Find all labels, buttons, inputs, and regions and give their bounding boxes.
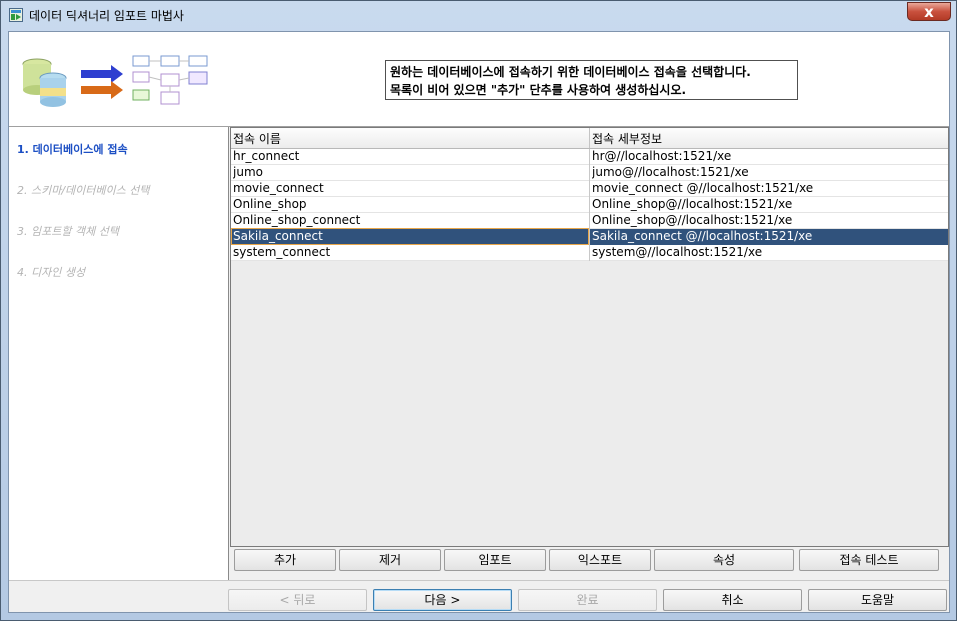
table-row[interactable]: Online_shop_connect Online_shop@//localh…: [231, 213, 948, 229]
cell-connection-detail: jumo@//localhost:1521/xe: [592, 165, 749, 179]
table-header: 접속 이름 접속 세부정보: [231, 128, 948, 149]
column-header-connection-name[interactable]: 접속 이름: [233, 130, 281, 147]
cell-connection-detail: Online_shop@//localhost:1521/xe: [592, 213, 793, 227]
remove-button[interactable]: 제거: [339, 549, 441, 571]
column-header-connection-detail[interactable]: 접속 세부정보: [592, 130, 662, 147]
step-generate-design: 4. 디자인 생성: [17, 266, 86, 279]
table-row-selected[interactable]: Sakila_connect Sakila_connect @//localho…: [231, 228, 948, 245]
window-title: 데이터 딕셔너리 임포트 마법사: [29, 9, 184, 23]
cell-divider: [589, 181, 590, 197]
cell-connection-name: Sakila_connect: [231, 228, 589, 245]
cell-divider: [589, 165, 590, 181]
cell-connection-name: system_connect: [233, 245, 331, 259]
table-row[interactable]: movie_connect movie_connect @//localhost…: [231, 181, 948, 197]
wizard-steps-panel: 1. 데이터베이스에 접속 2. 스키마/데이터베이스 선택 3. 임포트할 객…: [9, 127, 229, 580]
wizard-app-icon: [9, 8, 23, 22]
properties-button[interactable]: 속성: [654, 549, 794, 571]
import-button[interactable]: 임포트: [444, 549, 546, 571]
test-connection-button[interactable]: 접속 테스트: [799, 549, 939, 571]
wizard-header: 원하는 데이터베이스에 접속하기 위한 데이터베이스 접속을 선택합니다. 목록…: [9, 32, 949, 127]
wizard-window: 데이터 딕셔너리 임포트 마법사 x 원하는 데이터베이스에 접속하기 위한 데…: [0, 0, 957, 621]
cell-connection-detail: hr@//localhost:1521/xe: [592, 149, 732, 163]
help-button[interactable]: 도움말: [808, 589, 947, 611]
next-button[interactable]: 다음 >: [373, 589, 512, 611]
table-row[interactable]: jumo jumo@//localhost:1521/xe: [231, 165, 948, 181]
cell-connection-detail: movie_connect @//localhost:1521/xe: [592, 181, 814, 195]
cell-connection-name: Online_shop_connect: [233, 213, 361, 227]
cancel-button[interactable]: 취소: [663, 589, 802, 611]
back-button[interactable]: < 뒤로: [228, 589, 367, 611]
cell-connection-name: Online_shop: [233, 197, 307, 211]
cell-connection-name: movie_connect: [233, 181, 324, 195]
instruction-line-2: 목록이 비어 있으면 "추가" 단추를 사용하여 생성하십시오.: [390, 83, 687, 97]
cell-divider: [589, 245, 590, 261]
close-button[interactable]: x: [907, 2, 951, 21]
cell-divider: [589, 229, 590, 245]
step-select-schema: 2. 스키마/데이터베이스 선택: [17, 184, 150, 197]
export-button[interactable]: 익스포트: [549, 549, 651, 571]
cell-connection-detail: Sakila_connect @//localhost:1521/xe: [592, 229, 813, 243]
add-button[interactable]: 추가: [234, 549, 336, 571]
table-row[interactable]: hr_connect hr@//localhost:1521/xe: [231, 149, 948, 165]
connections-table-panel: 접속 이름 접속 세부정보 hr_connect hr@//localhost:…: [230, 127, 949, 547]
table-row[interactable]: system_connect system@//localhost:1521/x…: [231, 245, 948, 261]
cell-connection-name: hr_connect: [233, 149, 300, 163]
cell-connection-detail: system@//localhost:1521/xe: [592, 245, 763, 259]
cell-divider: [589, 149, 590, 165]
connections-table: 접속 이름 접속 세부정보 hr_connect hr@//localhost:…: [231, 128, 948, 261]
cell-divider: [589, 213, 590, 229]
finish-button[interactable]: 완료: [518, 589, 657, 611]
table-row[interactable]: Online_shop Online_shop@//localhost:1521…: [231, 197, 948, 213]
step-select-objects: 3. 임포트할 객체 선택: [17, 225, 119, 238]
column-divider[interactable]: [589, 128, 590, 148]
cell-connection-name: jumo: [233, 165, 263, 179]
wizard-navigation: < 뒤로 다음 > 완료 취소 도움말: [9, 580, 949, 613]
title-bar[interactable]: 데이터 딕셔너리 임포트 마법사 x: [1, 1, 956, 29]
instruction-box: 원하는 데이터베이스에 접속하기 위한 데이터베이스 접속을 선택합니다. 목록…: [385, 60, 798, 100]
connection-actions: 추가 제거 임포트 익스포트 속성 접속 테스트: [230, 549, 949, 577]
database-to-diagram-illustration: [22, 55, 208, 107]
cell-connection-detail: Online_shop@//localhost:1521/xe: [592, 197, 793, 211]
cell-divider: [589, 197, 590, 213]
instruction-line-1: 원하는 데이터베이스에 접속하기 위한 데이터베이스 접속을 선택합니다.: [390, 65, 751, 79]
step-connect-database[interactable]: 1. 데이터베이스에 접속: [17, 141, 128, 157]
wizard-client-area: 원하는 데이터베이스에 접속하기 위한 데이터베이스 접속을 선택합니다. 목록…: [8, 31, 950, 613]
